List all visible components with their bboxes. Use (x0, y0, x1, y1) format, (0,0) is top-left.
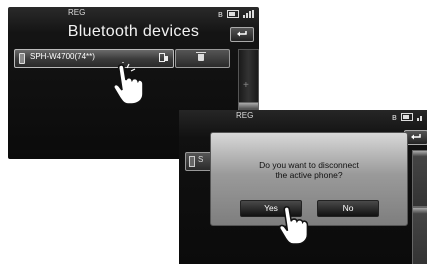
battery-icon (400, 113, 413, 121)
dialog-message-line-2: the active phone? (275, 170, 343, 180)
trash-icon (196, 52, 206, 61)
scroll-up-icon: + (243, 80, 249, 91)
bluetooth-icon: ʙ (392, 112, 397, 122)
device-name-partial: S (198, 155, 204, 164)
pointing-hand-icon (113, 62, 144, 105)
source-label: REG (236, 111, 254, 120)
dialog-message-line-1: Do you want to disconnect (259, 160, 359, 170)
signal-icon (242, 10, 254, 18)
phone-icon (189, 156, 195, 167)
status-bar: REG ʙ (179, 110, 427, 124)
dialog-message: Do you want to disconnect the active pho… (211, 160, 407, 180)
device-name: SPH-W4700(74**) (30, 52, 95, 61)
connected-phone-icon (159, 53, 168, 62)
signal-icon (416, 113, 422, 121)
pointing-hand-icon (278, 206, 309, 245)
no-button[interactable]: No (317, 200, 379, 217)
phone-icon (19, 53, 25, 64)
page-title: Bluetooth devices (67, 23, 200, 40)
delete-device-button[interactable] (175, 49, 230, 68)
back-arrow-icon (237, 31, 247, 37)
back-button[interactable] (230, 27, 254, 42)
scroll-down-button[interactable] (412, 207, 427, 264)
status-bar: REG ʙ (8, 7, 259, 21)
source-label: REG (68, 8, 86, 17)
bluetooth-icon: ʙ (218, 9, 223, 19)
disconnect-confirm-screen: REG ʙ S Do you want to disconnect the ac… (179, 110, 427, 264)
back-arrow-icon (411, 134, 421, 140)
battery-icon (226, 10, 239, 18)
scroll-up-button[interactable] (412, 150, 427, 207)
